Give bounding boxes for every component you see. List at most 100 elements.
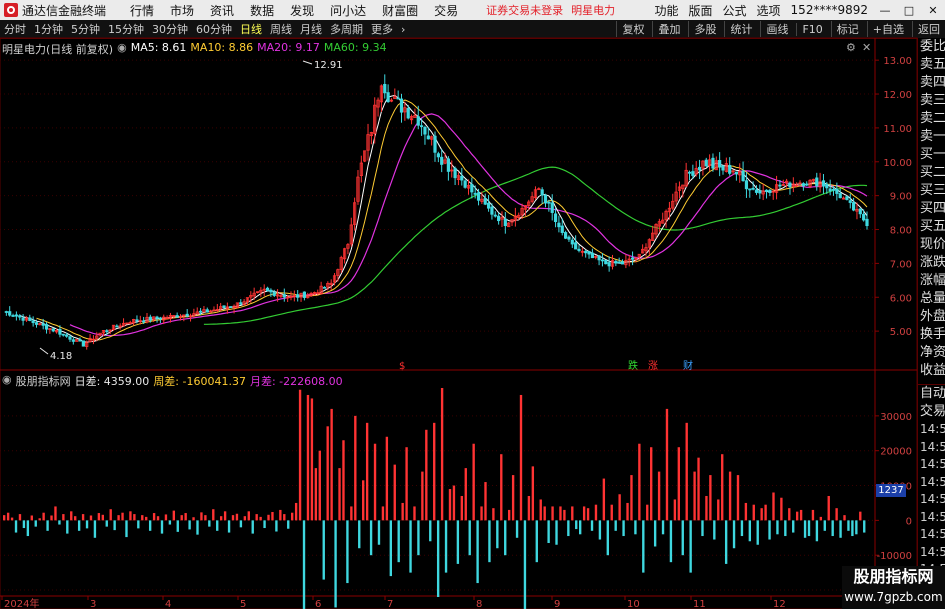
candle-body [852, 202, 856, 211]
indicator-bar [523, 520, 527, 609]
side-quote-label: 涨跌 [920, 255, 945, 270]
candle-body [691, 171, 695, 176]
indicator-bar [669, 520, 673, 563]
ma-settings-icon[interactable]: ◉ [117, 41, 127, 57]
x-tick-label: 7 [387, 599, 393, 609]
candle-body [614, 260, 618, 264]
side-quote-label: 买五 [920, 219, 945, 234]
indicator-bar [291, 512, 294, 521]
indicator-bar [365, 422, 369, 521]
candle-body [711, 157, 715, 169]
indicator-bar [109, 509, 112, 521]
indicator-bar [795, 511, 799, 521]
indicator-bar [480, 506, 483, 521]
ma5-polyline [19, 94, 868, 343]
indicator-bar [760, 508, 763, 521]
indicator-bar [630, 475, 633, 521]
candle-body [721, 165, 725, 171]
candle-body [550, 202, 554, 213]
indicator-bar [129, 511, 132, 521]
ma10-line [36, 99, 868, 341]
indicator-bar [204, 515, 207, 521]
indicator-settings-icon[interactable]: ◉ [2, 373, 12, 389]
indicator-bar [38, 518, 41, 521]
candle-body [302, 291, 306, 298]
candle-body [423, 126, 427, 135]
indicator-bar [70, 511, 73, 521]
indicator-bar [267, 514, 270, 521]
indicator-bar [685, 422, 688, 521]
indicator-bar [598, 520, 602, 540]
indicator-bar [200, 512, 203, 521]
indicator-bar [141, 515, 144, 521]
y-tick-label: 5.00 [890, 327, 912, 338]
candle-body [272, 291, 276, 296]
indicator-bar [239, 520, 243, 528]
settings-icon[interactable]: ⚙ [846, 41, 856, 54]
indicator-bar [705, 495, 708, 521]
indicator-bar [661, 520, 665, 535]
candle-body [564, 232, 568, 239]
indicator-bar [77, 520, 81, 531]
indicator-bar [519, 394, 523, 521]
indicator-bar [413, 506, 416, 521]
indicator-bar [511, 475, 515, 521]
indicator-y-tick-label: 20000 [880, 447, 912, 458]
candle-body [493, 214, 497, 217]
indicator-bar [567, 520, 570, 537]
auto-button[interactable]: 自动 [918, 384, 945, 403]
indicator-bar [456, 520, 460, 564]
candle-body [473, 192, 477, 195]
x-tick-label: 9 [554, 599, 560, 609]
indicator-bar [440, 388, 444, 521]
indicator-bar [97, 513, 101, 521]
y-tick-label: 11.00 [883, 124, 912, 135]
candle-body [31, 320, 35, 324]
indicator-bar [251, 520, 254, 534]
kline-chart[interactable]: 5.00 6.00 7.00 8.00 9.00 10.00 11.00 12.00 13.00… [0, 0, 945, 609]
indicator-bar [752, 504, 755, 521]
candle-body [748, 188, 752, 191]
indicator-bar [807, 520, 811, 537]
indicator-bar [310, 398, 314, 521]
indicator-bar [397, 520, 400, 563]
side-time-list: 14:56 14:56 14:56 14:56 14:56 14:56 14:56 14:56… [918, 421, 945, 579]
indicator-bar [535, 520, 538, 563]
trade-button[interactable]: 交易 [918, 403, 945, 421]
close-panel-icon[interactable]: ✕ [862, 41, 871, 54]
indicator-bar [642, 520, 645, 573]
indicator-bar [504, 520, 507, 556]
indicator-bar [14, 520, 18, 533]
indicator-bar [235, 513, 239, 521]
indicator-bar [212, 509, 215, 521]
candle-body [446, 158, 450, 172]
indicator-bar [192, 517, 195, 521]
indicator-bar [196, 520, 199, 535]
candle-body [406, 107, 410, 119]
indicator-bar [638, 443, 641, 521]
ma10-label: MA10: 8.86 [190, 41, 254, 54]
indicator-bar [622, 520, 625, 537]
indicator-bar [571, 506, 574, 521]
candle-body [399, 98, 404, 113]
x-tick-label: 8 [476, 599, 482, 609]
indicator-bar [843, 515, 846, 521]
candle-body [704, 159, 708, 167]
candle-body [778, 184, 782, 187]
ma5-line [19, 94, 868, 343]
candle-body [828, 188, 832, 192]
candle-body [764, 189, 769, 192]
candle-body [574, 242, 578, 250]
candle-body [41, 323, 45, 326]
candle-body [620, 261, 625, 265]
indicator-bar [594, 504, 598, 521]
indicator-bar [46, 520, 49, 531]
indicator-bar [500, 454, 503, 521]
candle-body [758, 190, 762, 194]
indicator-week-diff: 周差: -160041.37 [153, 375, 246, 388]
event-mark: $ [399, 361, 405, 372]
candle-body [453, 167, 457, 179]
candle-body [239, 302, 243, 305]
indicator-bar [610, 504, 613, 521]
watermark-title: 股朋指标网 [853, 567, 934, 586]
